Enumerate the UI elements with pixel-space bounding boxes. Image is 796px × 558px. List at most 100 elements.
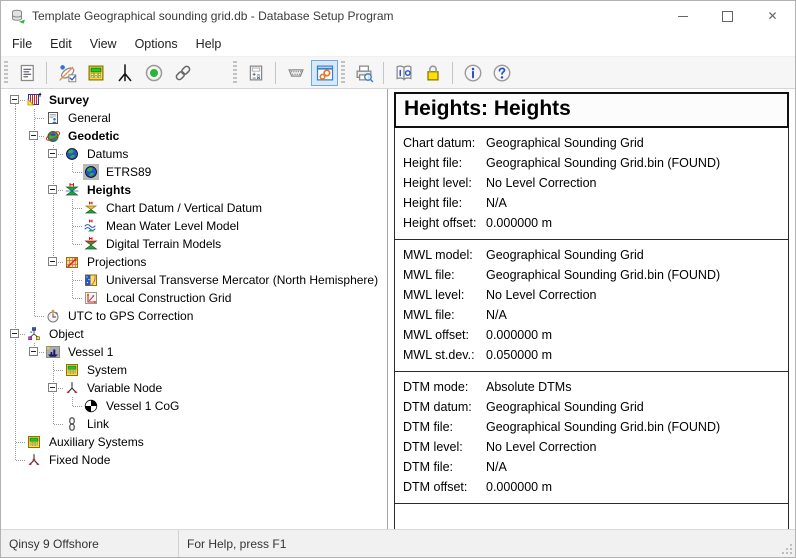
menu-view[interactable]: View: [81, 33, 126, 55]
utc-clock-icon: [45, 308, 61, 324]
info-circle-button[interactable]: [459, 60, 486, 86]
keypad-button[interactable]: [82, 60, 109, 86]
resize-grip-icon[interactable]: [781, 543, 792, 554]
tree-guide: [63, 199, 82, 217]
mwl-icon: [83, 218, 99, 234]
panel-row: DTM mode:Absolute DTMs: [395, 377, 788, 397]
menu-file[interactable]: File: [3, 33, 41, 55]
panel-row: Height file:N/A: [395, 193, 788, 213]
menu-options[interactable]: Options: [126, 33, 187, 55]
tree-item-auxiliary-systems[interactable]: Auxiliary Systems: [1, 433, 387, 451]
tree-item-mean-water-level-model[interactable]: Mean Water Level Model: [1, 217, 387, 235]
tree-item-survey[interactable]: Survey: [1, 91, 387, 109]
expand-toggle[interactable]: [48, 383, 57, 392]
status-help-text: For Help, press F1: [179, 537, 286, 551]
help-circle-button[interactable]: [488, 60, 515, 86]
toolbar-grip[interactable]: [233, 61, 237, 85]
menu-edit[interactable]: Edit: [41, 33, 81, 55]
expand-toggle[interactable]: [48, 257, 57, 266]
panel-row-value: No Level Correction: [478, 176, 596, 190]
client-area: SurveyGeneralGeodeticDatumsETRS89Heights…: [1, 89, 795, 529]
calculator-button[interactable]: [242, 60, 269, 86]
tree-guide: [25, 109, 44, 127]
expand-toggle[interactable]: [10, 95, 19, 104]
tree-item-chart-datum-vertical-datum[interactable]: Chart Datum / Vertical Datum: [1, 199, 387, 217]
panel-section: Chart datum:Geographical Sounding Grid He…: [395, 128, 788, 240]
tree-item-digital-terrain-models[interactable]: Digital Terrain Models: [1, 235, 387, 253]
tree-guide: [6, 91, 25, 109]
printer-preview-button[interactable]: [350, 60, 377, 86]
toolbar-grip[interactable]: [341, 61, 345, 85]
tree-item-label: Heights: [84, 182, 134, 198]
menu-help[interactable]: Help: [187, 33, 231, 55]
tree-item-system[interactable]: System: [1, 361, 387, 379]
panel-row-value: N/A: [478, 308, 507, 322]
tree-item-datums[interactable]: Datums: [1, 145, 387, 163]
panel-section: DTM mode:Absolute DTMsDTM datum:Geograph…: [395, 372, 788, 504]
expand-toggle[interactable]: [10, 329, 19, 338]
tree-guide: [6, 145, 25, 163]
tree-item-vessel-1-cog[interactable]: Vessel 1 CoG: [1, 397, 387, 415]
tree-guide: [44, 415, 63, 433]
tree-item-geodetic[interactable]: Geodetic: [1, 127, 387, 145]
fixed-node-icon: [26, 452, 42, 468]
tree-item-variable-node[interactable]: Variable Node: [1, 379, 387, 397]
panel-row: Height file:Geographical Sounding Grid.b…: [395, 153, 788, 173]
expand-toggle[interactable]: [48, 185, 57, 194]
panel-row-label: Chart datum:: [395, 136, 478, 150]
tree-guide: [6, 253, 25, 271]
green-node-button[interactable]: [140, 60, 167, 86]
notes-icon: [17, 63, 37, 83]
tree-item-utc-to-gps-correction[interactable]: UTC to GPS Correction: [1, 307, 387, 325]
tree-item-link[interactable]: Link: [1, 415, 387, 433]
expand-toggle[interactable]: [29, 347, 38, 356]
tripod-icon: [115, 63, 135, 83]
serial-port-button[interactable]: [282, 60, 309, 86]
tree-guide: [6, 379, 25, 397]
tree-item-label: Chart Datum / Vertical Datum: [103, 200, 265, 216]
panel-row: Height level:No Level Correction: [395, 173, 788, 193]
toolbar-grip[interactable]: [4, 61, 8, 85]
tree-item-local-construction-grid[interactable]: Local Construction Grid: [1, 289, 387, 307]
panel-row-value: Geographical Sounding Grid.bin (FOUND): [478, 268, 720, 282]
tree-item-label: General: [65, 110, 114, 126]
toolbar-separator: [452, 62, 453, 84]
tree-item-general[interactable]: General: [1, 109, 387, 127]
heights-icon: [64, 182, 80, 198]
tree-guide: [44, 145, 63, 163]
tree-item-etrs89[interactable]: ETRS89: [1, 163, 387, 181]
tripod-button[interactable]: [111, 60, 138, 86]
tree-guide: [25, 217, 44, 235]
help-circle-icon: [492, 63, 512, 83]
window-gears-icon: [315, 63, 335, 83]
tree-guide: [63, 397, 82, 415]
link-chain-button[interactable]: [169, 60, 196, 86]
link-chain-small-icon: [64, 416, 80, 432]
tree-item-vessel-1[interactable]: Vessel 1: [1, 343, 387, 361]
window-gears-button[interactable]: [311, 60, 338, 86]
panel-row-label: Height level:: [395, 176, 478, 190]
tree-item-object[interactable]: Object: [1, 325, 387, 343]
expand-toggle[interactable]: [29, 131, 38, 140]
panel-row-value: Geographical Sounding Grid: [478, 136, 644, 150]
tree-item-heights[interactable]: Heights: [1, 181, 387, 199]
tree-item-universal-transverse-mercator-north-hemisphere[interactable]: Universal Transverse Mercator (North Hem…: [1, 271, 387, 289]
tree-guide: [6, 127, 25, 145]
tree-guide: [44, 397, 63, 415]
gnss-edit-button[interactable]: [53, 60, 80, 86]
tree-guide: [25, 181, 44, 199]
tree-item-projections[interactable]: Projections: [1, 253, 387, 271]
globe-icon: [64, 146, 80, 162]
lock-button[interactable]: [419, 60, 446, 86]
tree-guide: [25, 379, 44, 397]
dtm-icon: [83, 236, 99, 252]
panel-row-value: 0.000000 m: [478, 328, 552, 342]
notes-button[interactable]: [13, 60, 40, 86]
tree-guide: [44, 217, 63, 235]
close-button[interactable]: [750, 1, 795, 31]
expand-toggle[interactable]: [48, 149, 57, 158]
io-book-button[interactable]: [390, 60, 417, 86]
tree-item-fixed-node[interactable]: Fixed Node: [1, 451, 387, 469]
maximize-button[interactable]: [705, 1, 750, 31]
minimize-button[interactable]: [660, 1, 705, 31]
